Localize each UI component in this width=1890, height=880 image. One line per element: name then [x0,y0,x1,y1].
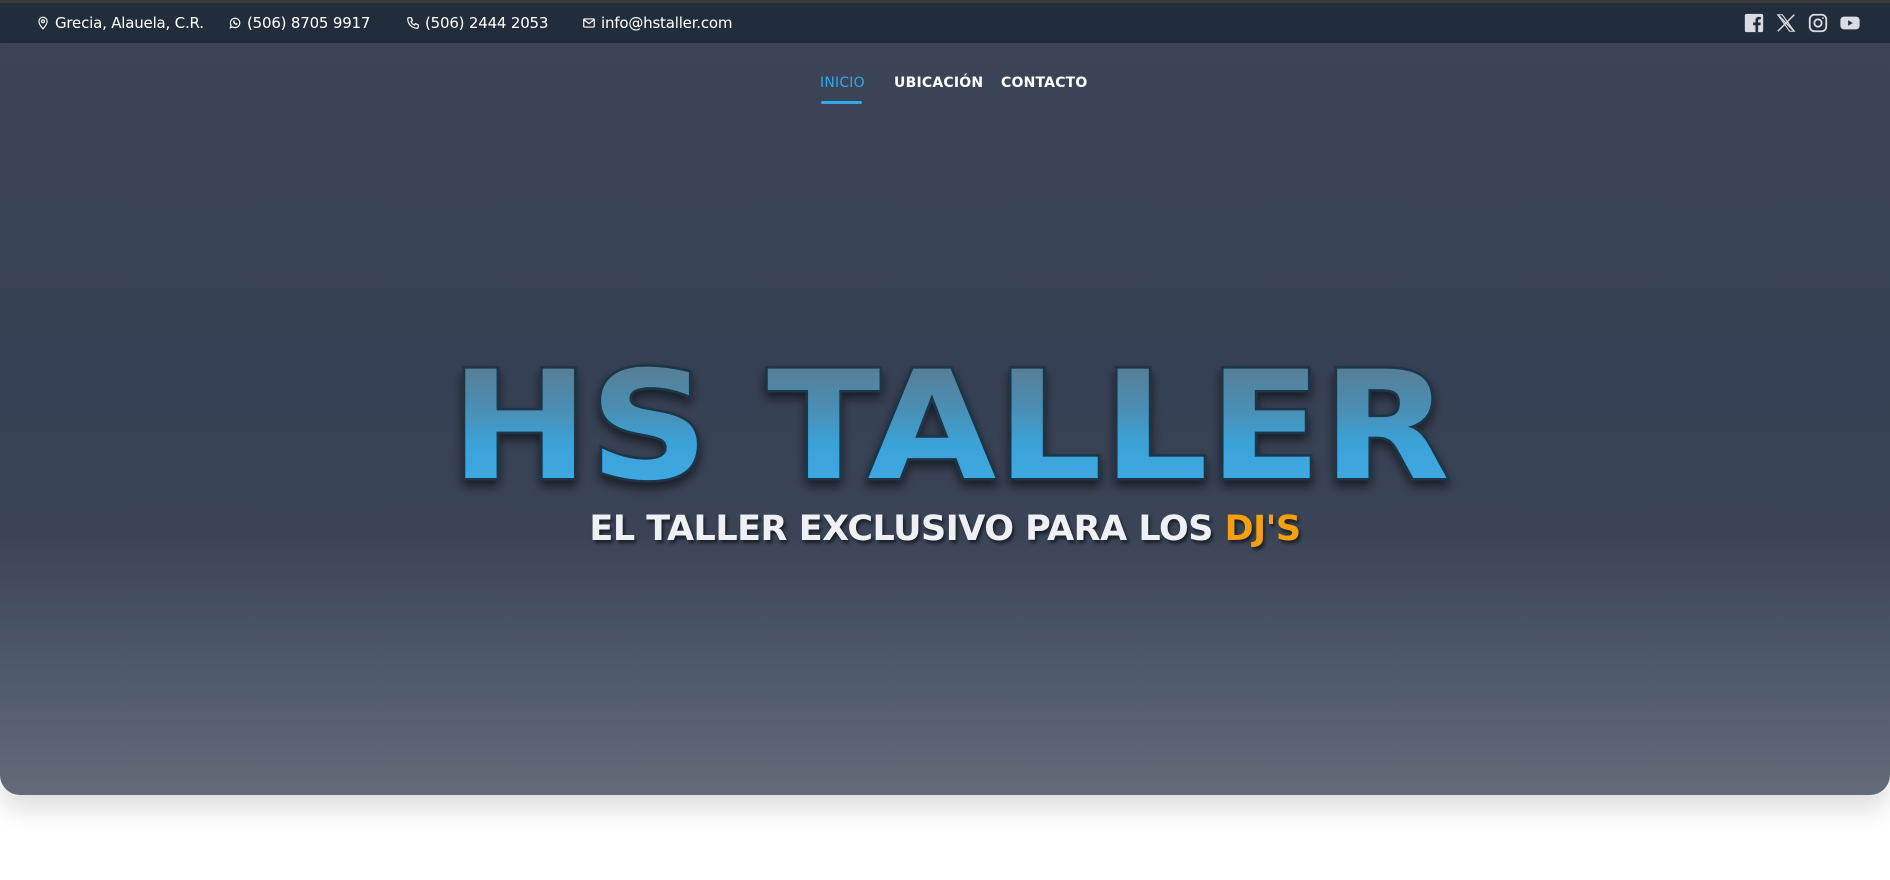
x-icon[interactable] [1775,12,1797,34]
hs-taller-logo: HS TALLER [448,338,1453,504]
youtube-icon[interactable] [1839,12,1861,34]
nav-contacto[interactable]: CONTACTO [1001,75,1088,97]
hero-section: INICIO UBICACIÓN CONTACTO HS TALLER EL T… [0,43,1890,795]
mail-icon [583,18,595,28]
nav-inicio[interactable]: INICIO [820,75,865,97]
tagline-main: EL TALLER EXCLUSIVO PARA LOS [589,509,1225,549]
email-link[interactable]: info@hstaller.com [582,3,732,43]
x-link[interactable] [1775,3,1797,43]
tagline-accent: DJ'S [1224,509,1302,549]
whatsapp-icon [229,17,241,29]
whatsapp-link[interactable]: (506) 8705 9917 [228,3,370,43]
instagram-link[interactable] [1807,3,1829,43]
phone-link[interactable]: (506) 2444 2053 [406,3,548,43]
map-pin-icon [38,16,48,30]
instagram-icon[interactable] [1807,12,1829,34]
facebook-icon[interactable] [1743,12,1765,34]
hero-tagline: EL TALLER EXCLUSIVO PARA LOS DJ'S [0,509,1890,559]
facebook-link[interactable] [1743,3,1765,43]
location-text: Grecia, Alauela, C.R. [55,14,204,32]
location-info: Grecia, Alauela, C.R. [36,3,204,43]
phone-number[interactable]: (506) 2444 2053 [425,14,548,32]
nav-ubicacion[interactable]: UBICACIÓN [894,75,983,97]
phone-icon [407,17,419,29]
nav-active-indicator [821,101,862,104]
youtube-link[interactable] [1839,3,1861,43]
email-address[interactable]: info@hstaller.com [601,14,732,32]
top-contact-bar: Grecia, Alauela, C.R. (506) 8705 9917 (5… [0,0,1890,43]
whatsapp-number[interactable]: (506) 8705 9917 [247,14,370,32]
logo-text: HS TALLER [450,340,1450,503]
